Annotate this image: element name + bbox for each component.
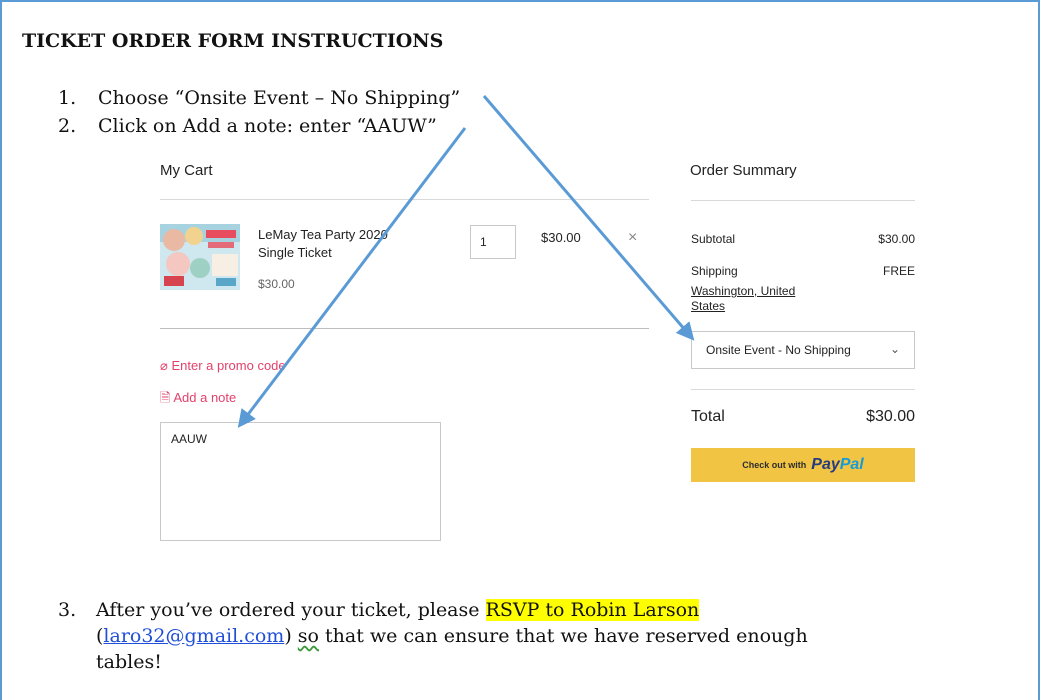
step-3: 3. After you’ve ordered your ticket, plea…: [58, 597, 958, 675]
annotation-arrows: [237, 95, 695, 428]
arrow-to-note-box: [237, 127, 467, 428]
step-3-text-before: After you’ve ordered your ticket, please: [96, 599, 486, 621]
step-3-number: 3.: [58, 599, 77, 621]
so-word: so: [297, 625, 319, 647]
email-link[interactable]: laro32@gmail.com: [103, 625, 284, 647]
close-paren: ): [284, 625, 292, 647]
arrow-to-shipping-select: [482, 95, 695, 341]
step-3-last-line: tables!: [96, 651, 162, 673]
step-3-text-after: that we can ensure that we have reserved…: [319, 625, 808, 647]
rsvp-highlight: RSVP to Robin Larson: [485, 599, 700, 621]
